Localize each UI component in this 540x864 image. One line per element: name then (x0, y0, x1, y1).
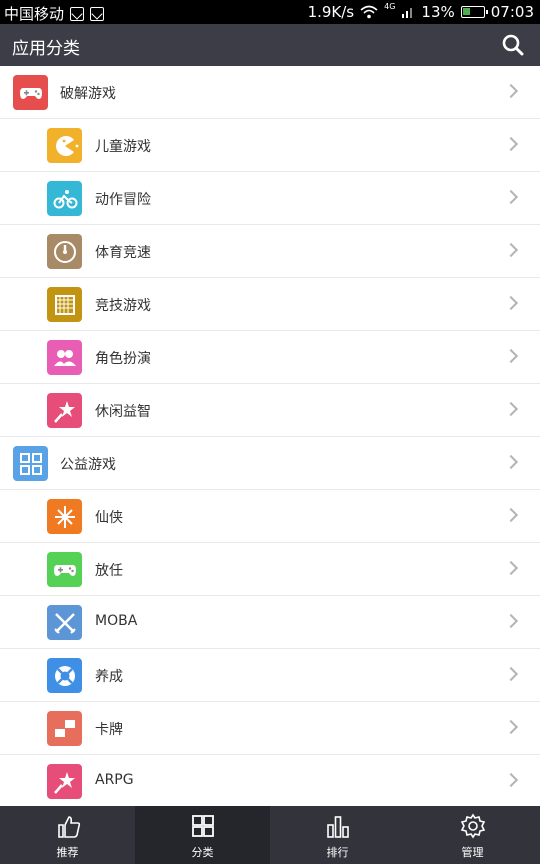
category-label: 仙侠 (95, 510, 123, 526)
signal-icon (402, 8, 413, 18)
pacman-icon (47, 128, 82, 163)
category-label: 公益游戏 (60, 457, 116, 473)
page-title: 应用分类 (12, 39, 80, 59)
category-row-12[interactable]: 养成 (0, 649, 540, 702)
category-label: 儿童游戏 (95, 139, 151, 155)
tab-label: 推荐 (56, 846, 79, 859)
tab-label: 排行 (326, 846, 349, 859)
category-label: 动作冒险 (95, 192, 151, 208)
chevron-right-icon (503, 295, 519, 311)
category-row-1[interactable]: 破解游戏 (0, 66, 540, 119)
speedometer-icon (47, 234, 82, 269)
category-row-6[interactable]: 角色扮演 (0, 331, 540, 384)
people-icon (47, 340, 82, 375)
category-label: 竞技游戏 (95, 298, 151, 314)
category-label: 放任 (95, 563, 123, 579)
category-row-14[interactable]: ARPG (0, 755, 540, 806)
cards-icon (47, 711, 82, 746)
snowflake-icon (47, 499, 82, 534)
gear-icon (460, 813, 486, 839)
category-row-10[interactable]: 放任 (0, 543, 540, 596)
grid-board-icon (47, 287, 82, 322)
gamepad-icon (13, 75, 48, 110)
network-type: 4G (384, 1, 396, 11)
category-row-9[interactable]: 仙侠 (0, 490, 540, 543)
category-label: 体育竞速 (95, 245, 151, 261)
chevron-right-icon (503, 348, 519, 364)
category-label: 养成 (95, 669, 123, 685)
category-label: 休闲益智 (95, 404, 151, 420)
gamepad-icon (47, 552, 82, 587)
network-speed: 1.9K/s (307, 3, 355, 21)
thumbs-up-icon (58, 816, 81, 838)
category-label: 角色扮演 (95, 351, 151, 367)
category-list: 破解游戏儿童游戏动作冒险体育竞速竞技游戏角色扮演休闲益智公益游戏仙侠放任 MOBA… (0, 66, 540, 806)
wifi-icon (360, 5, 378, 19)
app-header: 应用分类 (0, 24, 540, 66)
tab-thumbs-up[interactable]: 推荐 (0, 806, 135, 864)
battery-icon (460, 6, 488, 18)
grid-icon (192, 815, 214, 837)
apps-grid-icon (13, 446, 48, 481)
category-row-13[interactable]: 卡牌 (0, 702, 540, 755)
chevron-right-icon (503, 772, 519, 788)
category-row-8[interactable]: 公益游戏 (0, 437, 540, 490)
chevron-right-icon (503, 666, 519, 682)
chevron-right-icon (503, 507, 519, 523)
chevron-right-icon (503, 719, 519, 735)
crossed-swords-icon (47, 605, 82, 640)
chevron-right-icon (503, 560, 519, 576)
tab-bar-chart[interactable]: 排行 (270, 806, 405, 864)
category-label: 破解游戏 (60, 86, 116, 102)
status-bar: 中国移动 1.9K/s 4G 13% 07:03 (0, 0, 540, 24)
clock: 07:03 (490, 3, 534, 21)
category-row-7[interactable]: 休闲益智 (0, 384, 540, 437)
chevron-right-icon (503, 189, 519, 205)
category-row-11[interactable]: MOBA (0, 596, 540, 649)
category-row-3[interactable]: 动作冒险 (0, 172, 540, 225)
bar-chart-icon (327, 816, 349, 838)
chevron-right-icon (503, 83, 519, 99)
notification-image-icon (90, 6, 105, 21)
chevron-right-icon (503, 242, 519, 258)
bottom-nav: 推荐 分类 排行 管理 (0, 806, 540, 864)
search-icon[interactable] (502, 34, 524, 56)
category-row-2[interactable]: 儿童游戏 (0, 119, 540, 172)
category-label: MOBA (95, 613, 138, 629)
magic-wand-icon (47, 764, 82, 799)
category-label: 卡牌 (95, 722, 123, 738)
tab-gear[interactable]: 管理 (405, 806, 540, 864)
tab-label: 分类 (191, 846, 214, 859)
category-row-4[interactable]: 体育竞速 (0, 225, 540, 278)
battery-percent: 13% (421, 3, 455, 21)
lifebuoy-icon (47, 658, 82, 693)
category-row-5[interactable]: 竞技游戏 (0, 278, 540, 331)
carrier-label: 中国移动 (4, 5, 65, 23)
magic-wand-icon (47, 393, 82, 428)
notification-edit-icon (70, 6, 85, 21)
tab-label: 管理 (461, 846, 484, 859)
chevron-right-icon (503, 136, 519, 152)
bicycle-icon (47, 181, 82, 216)
chevron-right-icon (503, 401, 519, 417)
category-label: ARPG (95, 772, 134, 788)
tab-grid[interactable]: 分类 (135, 806, 270, 864)
chevron-right-icon (503, 454, 519, 470)
chevron-right-icon (503, 613, 519, 629)
